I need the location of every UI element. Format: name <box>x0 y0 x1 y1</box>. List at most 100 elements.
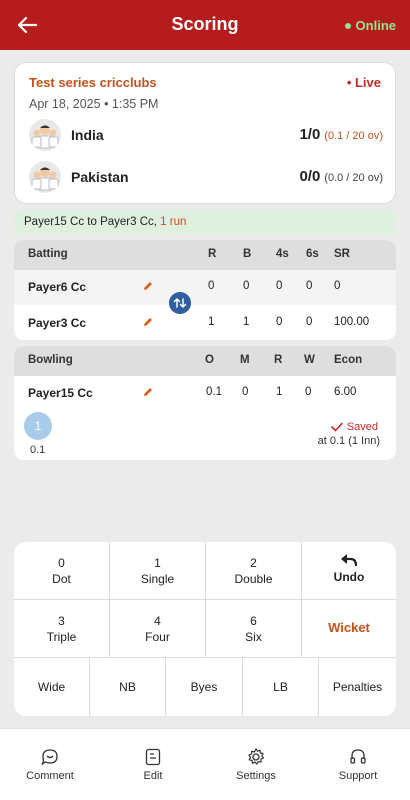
team-overs: (0.1 / 20 ov) <box>324 130 383 142</box>
match-summary-card: Test series cricclubs • Live Apr 18, 202… <box>14 62 396 204</box>
col-fours: 4s <box>276 248 289 260</box>
no-ball-button[interactable]: NB <box>90 658 166 716</box>
leg-byes-button[interactable]: LB <box>243 658 319 716</box>
commentary-text: Payer15 Cc to Payer3 Cc, <box>24 216 161 228</box>
team-name: India <box>71 127 104 143</box>
bowler-wickets: 0 <box>305 386 312 398</box>
bowler-economy: 6.00 <box>334 386 357 398</box>
last-ball-chip[interactable]: 1 <box>24 412 52 440</box>
nav-label: Settings <box>236 770 276 782</box>
batting-card: Batting R B 4s 6s SR Payer6 Cc 0 0 0 0 0… <box>14 240 396 340</box>
series-name: Test series cricclubs <box>29 75 157 90</box>
single-run-button[interactable]: 1 Single <box>110 542 206 600</box>
dot-ball-button[interactable]: 0 Dot <box>14 542 110 600</box>
batter-name: Payer6 Cc <box>28 280 87 294</box>
nav-comment[interactable]: Comment <box>10 747 90 782</box>
nav-label: Edit <box>143 770 163 782</box>
team-runs: 0/0 <box>299 168 321 185</box>
nav-label: Support <box>338 770 378 782</box>
check-icon <box>330 422 343 432</box>
comment-icon <box>41 749 58 766</box>
key-value: 0 <box>58 556 65 570</box>
wicket-button[interactable]: Wicket <box>302 600 396 658</box>
nav-settings[interactable]: Settings <box>216 747 296 782</box>
byes-button[interactable]: Byes <box>166 658 243 716</box>
four-runs-button[interactable]: 4 Four <box>110 600 206 658</box>
batter-row[interactable]: Payer3 Cc 1 1 0 0 100.00 <box>14 306 396 340</box>
key-value: 3 <box>58 614 65 628</box>
commentary-runs: 1 run <box>160 216 187 228</box>
col-sixes: 6s <box>306 248 319 260</box>
online-status: Online <box>344 18 396 33</box>
edit-pencil-icon[interactable] <box>142 280 154 292</box>
gear-icon <box>248 748 265 765</box>
edit-pencil-icon[interactable] <box>142 386 154 398</box>
team-row-pakistan: Pakistan 0/0 (0.0 / 20 ov) <box>29 161 383 195</box>
col-wickets: W <box>304 354 315 366</box>
col-strike-rate: SR <box>334 248 350 260</box>
scoring-keypad: 0 Dot 1 Single 2 Double Undo 3 Triple 4 … <box>14 542 396 716</box>
undo-button[interactable]: Undo <box>302 542 396 600</box>
batter-sr: 0 <box>334 280 341 292</box>
batter-runs: 1 <box>208 316 215 328</box>
team-score: 1/0 (0.1 / 20 ov) <box>299 126 383 143</box>
team-row-india: India 1/0 (0.1 / 20 ov) <box>29 119 383 153</box>
key-label: Six <box>245 630 262 644</box>
nav-support[interactable]: Support <box>318 747 398 782</box>
edit-pencil-icon[interactable] <box>142 316 154 328</box>
bottom-navigation: Comment Edit Settings Support <box>0 728 410 800</box>
key-label: Four <box>145 630 170 644</box>
key-value: 1 <box>154 556 161 570</box>
batter-balls: 1 <box>243 316 250 328</box>
key-value: 6 <box>250 614 257 628</box>
saved-status: Saved <box>330 421 378 433</box>
bowler-name: Payer15 Cc <box>28 386 93 400</box>
team-runs: 1/0 <box>299 126 321 143</box>
undo-arrow-icon <box>341 554 358 567</box>
triple-run-button[interactable]: 3 Triple <box>14 600 110 658</box>
online-label: Online <box>355 18 396 33</box>
key-label: Undo <box>333 570 365 584</box>
key-label: Triple <box>46 630 77 644</box>
key-label: Wicket <box>328 620 370 635</box>
team-avatar-icon <box>29 161 61 193</box>
batter-runs: 0 <box>208 280 215 292</box>
key-label: Dot <box>52 572 71 586</box>
batter-balls: 0 <box>243 280 250 292</box>
app-header: Scoring Online <box>0 0 410 50</box>
batter-row[interactable]: Payer6 Cc 0 0 0 0 0 <box>14 270 396 305</box>
team-overs: (0.0 / 20 ov) <box>324 172 383 184</box>
bowling-card: Bowling O M R W Econ Payer15 Cc 0.1 0 1 … <box>14 346 396 460</box>
double-run-button[interactable]: 2 Double <box>206 542 302 600</box>
online-dot-icon <box>344 22 351 29</box>
key-value: 2 <box>250 556 257 570</box>
key-label: Byes <box>190 680 218 694</box>
col-batting: Batting <box>28 248 68 260</box>
key-label: LB <box>273 680 288 694</box>
col-economy: Econ <box>334 354 363 366</box>
team-avatar-icon <box>29 119 61 151</box>
swap-strike-icon[interactable] <box>169 292 191 314</box>
key-label: Double <box>234 572 273 586</box>
wide-button[interactable]: Wide <box>14 658 90 716</box>
batter-fours: 0 <box>276 316 283 328</box>
six-runs-button[interactable]: 6 Six <box>206 600 302 658</box>
bowler-maidens: 0 <box>242 386 249 398</box>
penalties-button[interactable]: Penalties <box>319 658 396 716</box>
key-label: NB <box>119 680 136 694</box>
match-datetime: Apr 18, 2025 • 1:35 PM <box>29 97 159 111</box>
col-runs: R <box>208 248 217 260</box>
batter-sr: 100.00 <box>334 316 370 328</box>
col-overs: O <box>205 354 214 366</box>
batter-sixes: 0 <box>306 316 313 328</box>
match-date: Apr 18, 2025 <box>29 97 101 111</box>
nav-edit[interactable]: Edit <box>113 747 193 782</box>
edit-document-icon <box>145 748 161 766</box>
bowler-row[interactable]: Payer15 Cc 0.1 0 1 0 6.00 <box>14 376 396 411</box>
key-label: Wide <box>37 680 66 694</box>
col-maidens: M <box>240 354 250 366</box>
match-time: 1:35 PM <box>111 97 159 111</box>
key-label: Single <box>140 572 175 586</box>
team-score: 0/0 (0.0 / 20 ov) <box>299 168 383 185</box>
live-badge: • Live <box>346 75 381 90</box>
